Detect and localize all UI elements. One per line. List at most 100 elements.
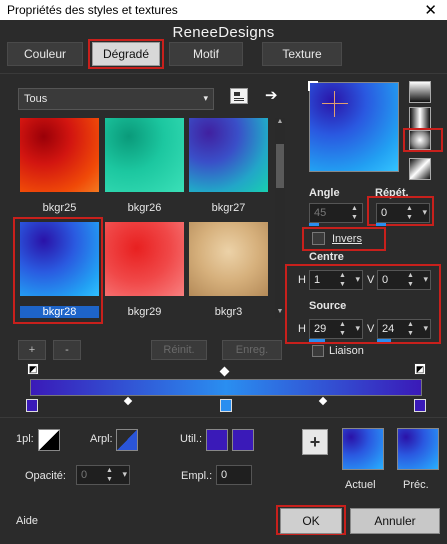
preset-thumb-bkgr3[interactable] [189,222,268,296]
add-swatch-button[interactable]: + [302,429,328,455]
opacity-stop-left[interactable]: ◩ [27,363,39,375]
scrollbar-thumb[interactable] [276,144,284,188]
arrow-right-icon[interactable]: ➔ [265,86,278,104]
crosshair-v [334,91,335,117]
user-color-swatch[interactable] [206,429,228,451]
tab-texture[interactable]: Texture [262,42,342,66]
center-h-label: H [298,274,306,286]
color-midpoint-right[interactable] [318,396,328,406]
repeat-input[interactable]: 0 ▲ ▼ ▾ [376,203,430,223]
opacity-input[interactable]: 0 ▲ ▼ ▾ [76,465,130,485]
opacity-midpoint[interactable] [219,366,230,377]
spinner-arrows-icon[interactable]: ▲ ▼ [405,271,416,289]
rectangular-style-icon[interactable] [409,107,431,129]
preset-thumb-bkgr28[interactable] [20,222,99,296]
scroll-down-icon[interactable]: ▼ [276,308,284,318]
editor-divider [0,417,447,418]
preset-label: bkgr29 [127,306,162,318]
background-stop-icon[interactable] [116,429,138,451]
previous-gradient-swatch[interactable] [397,428,439,470]
arpl-label: Arpl: [90,433,113,445]
source-h-slider[interactable] [309,339,325,342]
spinner-arrows-icon[interactable]: ▲ ▼ [337,271,348,289]
spinner-arrows-icon[interactable]: ▲ ▼ [104,466,115,484]
tab-degrade[interactable]: Dégradé [92,42,160,66]
resource-manager-icon[interactable] [230,88,248,104]
center-h-input[interactable]: 1 ▲ ▼ ▾ [309,270,363,290]
scroll-up-icon[interactable]: ▲ [276,118,284,128]
previous-label: Préc. [403,479,429,491]
crosshair-h [322,103,348,104]
reset-button[interactable]: Réinit. [151,340,207,360]
angle-label: Angle [309,187,340,199]
add-preset-button[interactable]: + [18,340,46,360]
window-title: Propriétés des styles et textures [7,3,178,17]
preset-thumb-bkgr25[interactable] [20,118,99,192]
foreground-stop-icon[interactable] [38,429,60,451]
tab-motif[interactable]: Motif [169,42,243,66]
empl-input[interactable]: 0 [216,465,252,485]
watermark-text: ReneeDesigns [172,24,275,41]
preset-label: bkgr3 [214,306,243,318]
angle-input[interactable]: 45 ▲ ▼ [309,203,363,223]
chevron-down-icon[interactable]: ▾ [122,469,127,480]
chevron-down-icon[interactable]: ▾ [355,323,360,334]
spinner-arrows-icon[interactable]: ▲ ▼ [337,320,348,338]
preset-thumb-bkgr26[interactable] [105,118,184,192]
close-icon[interactable]: ✕ [424,1,437,19]
radial-style-icon[interactable] [409,130,431,150]
spinner-arrows-icon[interactable]: ▲ ▼ [405,320,416,338]
invert-checkbox[interactable] [312,232,325,245]
center-v-input[interactable]: 0 ▲ ▼ ▾ [377,270,431,290]
util-label: Util.: [180,433,202,445]
source-h-input[interactable]: 29 ▲ ▼ ▾ [309,319,363,339]
help-link[interactable]: Aide [16,515,38,527]
source-v-label: V [367,323,375,335]
source-v-slider[interactable] [377,339,391,342]
cancel-button[interactable]: Annuler [350,508,440,534]
preset-label: bkgr28 [20,306,99,318]
preset-label: bkgr25 [42,202,77,214]
chevron-down-icon[interactable]: ▾ [423,323,428,334]
ok-button[interactable]: OK [280,508,342,534]
tab-couleur[interactable]: Couleur [7,42,83,66]
empl-label: Empl.: [181,470,213,482]
color-stop-mid[interactable] [220,399,232,412]
link-label: Liaison [329,345,364,357]
source-v-input[interactable]: 24 ▲ ▼ ▾ [377,319,431,339]
one-px-label: 1pl: [16,433,34,445]
invert-label: Invers [332,233,362,245]
preset-filter-dropdown[interactable]: Tous ▾ [18,88,214,110]
preset-thumb-bkgr29[interactable] [105,222,184,296]
link-checkbox[interactable] [312,345,324,357]
linear-style-icon[interactable] [409,81,431,103]
preset-label: bkgr26 [127,202,162,214]
remove-preset-button[interactable]: - [53,340,81,360]
preset-thumb-bkgr27[interactable] [189,118,268,192]
sunburst-style-icon[interactable] [409,158,431,180]
chevron-down-icon[interactable]: ▾ [355,274,360,285]
tab-divider [0,73,447,74]
preset-scrollbar[interactable]: ▲ ▼ [275,118,285,318]
save-preset-button[interactable]: Enreg. [222,340,282,360]
repeat-slider[interactable] [376,223,386,226]
title-bar: Propriétés des styles et textures ✕ [0,0,447,20]
spinner-arrows-icon[interactable]: ▲ ▼ [404,204,415,222]
user-color-swatch-2[interactable] [232,429,254,451]
chevron-down-icon[interactable]: ▾ [423,274,428,285]
gradient-preview[interactable] [308,81,399,172]
angle-slider[interactable] [309,223,319,226]
current-gradient-swatch[interactable] [342,428,384,470]
source-handle[interactable] [308,81,318,91]
gradient-bar[interactable] [30,379,422,396]
source-label: Source [309,300,347,312]
color-stop-left[interactable] [26,399,38,412]
color-stop-right[interactable] [414,399,426,412]
preset-label: bkgr27 [211,202,246,214]
current-label: Actuel [345,479,376,491]
center-v-label: V [367,274,375,286]
spinner-arrows-icon[interactable]: ▲ ▼ [349,204,360,222]
chevron-down-icon[interactable]: ▾ [422,207,427,218]
opacity-stop-right[interactable]: ◩ [414,363,426,375]
color-midpoint-left[interactable] [123,396,133,406]
